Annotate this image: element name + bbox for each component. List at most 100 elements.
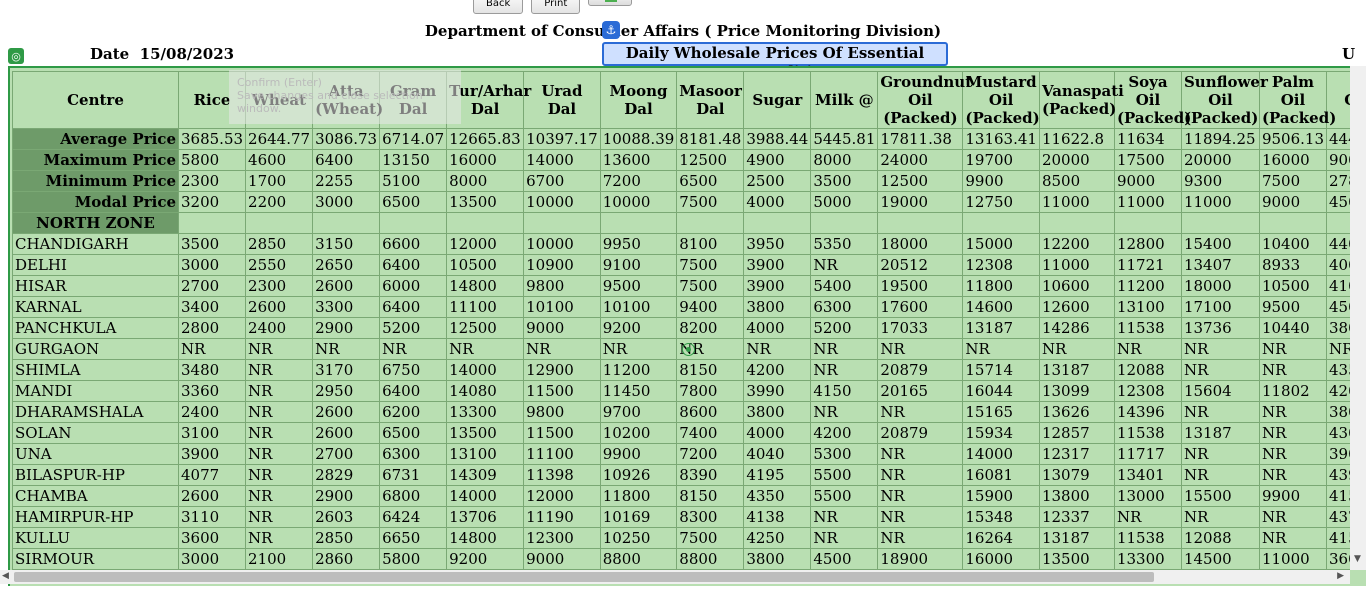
price-cell: 5445.81 — [810, 128, 879, 150]
price-cell: 15900 — [962, 485, 1040, 507]
price-cell: 5200 — [379, 317, 448, 339]
empty-cell — [446, 212, 525, 234]
report-subtitle[interactable]: Daily Wholesale Prices Of Essential Comm… — [602, 42, 948, 81]
price-cell: NR — [1258, 401, 1327, 423]
horizontal-scrollbar[interactable]: ◀ ▶ — [0, 570, 1350, 584]
price-cell: 11538 — [1113, 317, 1182, 339]
price-cell: 9200 — [599, 317, 678, 339]
price-cell: 17033 — [877, 317, 964, 339]
back-button[interactable]: Back — [473, 0, 524, 14]
price-cell: 9500 — [1258, 296, 1327, 318]
price-cell: 9100 — [599, 254, 678, 276]
price-cell: 5100 — [379, 170, 448, 192]
price-cell: 11802 — [1258, 380, 1327, 402]
centre-name: HISAR — [12, 275, 179, 297]
price-cell: 3900 — [743, 275, 812, 297]
price-cell: NR — [877, 506, 964, 528]
target-icon[interactable] — [682, 343, 695, 356]
price-cell: 6714.07 — [379, 128, 448, 150]
price-cell: 2400 — [245, 317, 314, 339]
price-cell: 7500 — [676, 254, 745, 276]
price-cell: 4900 — [743, 149, 812, 171]
price-cell: 5200 — [810, 317, 879, 339]
price-cell: 2600 — [177, 485, 247, 507]
price-cell: 9900 — [1258, 485, 1327, 507]
table-row: KULLU 3600 NR 2850 6650 14800 12300 10250 7500 42… — [12, 527, 1366, 549]
price-cell: 15714 — [962, 359, 1040, 381]
price-cell: 9700 — [599, 401, 678, 423]
price-cell: 15348 — [962, 506, 1040, 528]
price-cell: 13187 — [962, 317, 1040, 339]
price-cell: NR — [810, 338, 879, 360]
price-cell: NR — [1180, 338, 1260, 360]
price-cell: 10250 — [599, 527, 678, 549]
scroll-right-arrow-icon[interactable]: ▶ — [1337, 571, 1344, 581]
centre-name: SOLAN — [12, 422, 179, 444]
price-cell: 16044 — [962, 380, 1040, 402]
price-cell: 8500 — [1038, 170, 1115, 192]
price-cell: 11717 — [1113, 443, 1182, 465]
price-cell: 11100 — [446, 296, 525, 318]
price-cell: 6650 — [379, 527, 448, 549]
price-cell: 4500 — [810, 548, 879, 570]
price-cell: 7500 — [676, 275, 745, 297]
anchor-icon[interactable]: ⚓ — [602, 21, 620, 39]
price-cell: 14000 — [523, 149, 601, 171]
price-cell: 2600 — [312, 275, 381, 297]
scroll-down-arrow-icon[interactable]: ▼ — [1354, 554, 1361, 564]
price-cell: 13187 — [1038, 359, 1115, 381]
price-cell: 13099 — [1038, 380, 1115, 402]
price-cell: NR — [810, 401, 879, 423]
price-cell: 3480 — [177, 359, 247, 381]
table-row: MANDI 3360 NR 2950 6400 14080 11500 11450 7800 39… — [12, 380, 1366, 402]
price-cell: 15934 — [962, 422, 1040, 444]
summary-row: Maximum Price 5800 4600 6400 13150 16000 14000… — [12, 149, 1366, 171]
centre-name: SHIMLA — [12, 359, 179, 381]
table-row: HAMIRPUR-HP 3110 NR 2603 6424 13706 11190 10169… — [12, 506, 1366, 528]
price-cell: 11800 — [599, 485, 678, 507]
price-cell: 12857 — [1038, 422, 1115, 444]
price-cell: 12308 — [962, 254, 1040, 276]
price-cell: 2300 — [245, 275, 314, 297]
price-cell: NR — [177, 338, 247, 360]
price-cell: 13163.41 — [962, 128, 1040, 150]
price-cell: 13401 — [1113, 464, 1182, 486]
centre-name: UNA — [12, 443, 179, 465]
date-line: Date 15/08/2023 — [90, 45, 234, 63]
price-cell: 5000 — [810, 191, 879, 213]
price-cell: 3900 — [177, 443, 247, 465]
price-cell: 8600 — [676, 401, 745, 423]
table-row: KARNAL 3400 2600 3300 6400 11100 10100 10100 940… — [12, 296, 1366, 318]
price-cell: 10169 — [599, 506, 678, 528]
price-cell: 6300 — [379, 443, 448, 465]
department-title: Department of Consumer Affairs ( Price M… — [424, 22, 942, 40]
horizontal-scroll-thumb[interactable] — [14, 572, 1154, 582]
price-cell: 3100 — [177, 422, 247, 444]
price-cell: 14500 — [1180, 548, 1260, 570]
price-cell: 3500 — [810, 170, 879, 192]
price-cell: 12800 — [1113, 233, 1182, 255]
vertical-scrollbar[interactable]: ▼ — [1350, 66, 1366, 570]
price-cell: 2900 — [312, 317, 381, 339]
price-cell: 3200 — [177, 191, 247, 213]
price-cell: 13800 — [1038, 485, 1115, 507]
price-cell: NR — [1258, 464, 1327, 486]
column-header: Milk @ — [810, 71, 879, 129]
print-button[interactable]: Print — [531, 0, 581, 14]
price-cell: NR — [1180, 359, 1260, 381]
price-cell: NR — [1258, 338, 1327, 360]
price-cell: 10400 — [1258, 233, 1327, 255]
settings-icon[interactable]: ◎ — [8, 48, 24, 64]
price-cell: 6400 — [379, 254, 448, 276]
price-cell: 12500 — [446, 317, 525, 339]
price-cell: 15165 — [962, 401, 1040, 423]
price-cell: 7800 — [676, 380, 745, 402]
scroll-left-arrow-icon[interactable]: ◀ — [2, 571, 9, 581]
price-cell: 20879 — [877, 359, 964, 381]
centre-name: HAMIRPUR-HP — [12, 506, 179, 528]
extension-icon[interactable] — [588, 0, 633, 6]
price-cell: 14800 — [446, 527, 525, 549]
table-row: BILASPUR-HP 4077 NR 2829 6731 14309 11398 10926… — [12, 464, 1366, 486]
price-cell: 12088 — [1113, 359, 1182, 381]
price-cell: 4350 — [743, 485, 812, 507]
